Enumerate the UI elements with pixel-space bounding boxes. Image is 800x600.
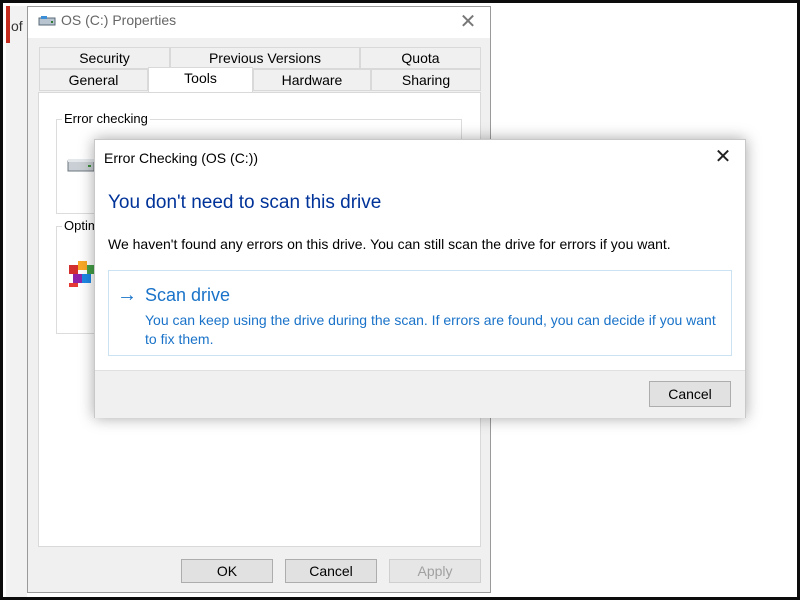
background-window-text: of xyxy=(11,18,23,34)
ok-button[interactable]: OK xyxy=(181,559,273,583)
dialog-message: We haven't found any errors on this driv… xyxy=(108,236,671,252)
tab-hardware[interactable]: Hardware xyxy=(253,69,371,91)
cancel-button[interactable]: Cancel xyxy=(285,559,377,583)
dialog-close-icon[interactable]: ✕ xyxy=(711,145,735,169)
tab-general[interactable]: General xyxy=(39,69,148,91)
tab-previous-versions[interactable]: Previous Versions xyxy=(170,47,360,69)
tab-sharing[interactable]: Sharing xyxy=(371,69,481,91)
background-window-accent xyxy=(6,6,10,43)
properties-titlebar: OS (C:) Properties ✕ xyxy=(28,7,490,38)
tab-quota[interactable]: Quota xyxy=(360,47,481,69)
hard-drive-icon xyxy=(67,159,95,172)
dialog-cancel-button[interactable]: Cancel xyxy=(649,381,731,407)
error-checking-dialog: Error Checking (OS (C:)) ✕ You don't nee… xyxy=(94,139,746,418)
tab-security[interactable]: Security xyxy=(39,47,170,69)
tab-tools[interactable]: Tools xyxy=(148,67,253,92)
scan-drive-description: You can keep using the drive during the … xyxy=(145,312,716,347)
dialog-title: Error Checking (OS (C:)) xyxy=(104,150,259,166)
error-checking-label: Error checking xyxy=(62,111,150,126)
properties-close-icon[interactable]: ✕ xyxy=(456,10,480,34)
background-window: of xyxy=(6,6,27,597)
apply-button[interactable]: Apply xyxy=(389,559,481,583)
dialog-heading: You don't need to scan this drive xyxy=(108,192,382,213)
screen: of OS (C:) Properties ✕ Security Previou… xyxy=(0,0,800,600)
scan-drive-option[interactable]: → Scan drive You can keep using the driv… xyxy=(108,270,732,356)
properties-title: OS (C:) Properties xyxy=(61,12,177,28)
scan-drive-title: Scan drive xyxy=(145,285,231,305)
arrow-right-icon: → xyxy=(117,284,137,306)
dialog-footer: Cancel xyxy=(95,370,745,418)
drive-icon xyxy=(38,16,56,26)
